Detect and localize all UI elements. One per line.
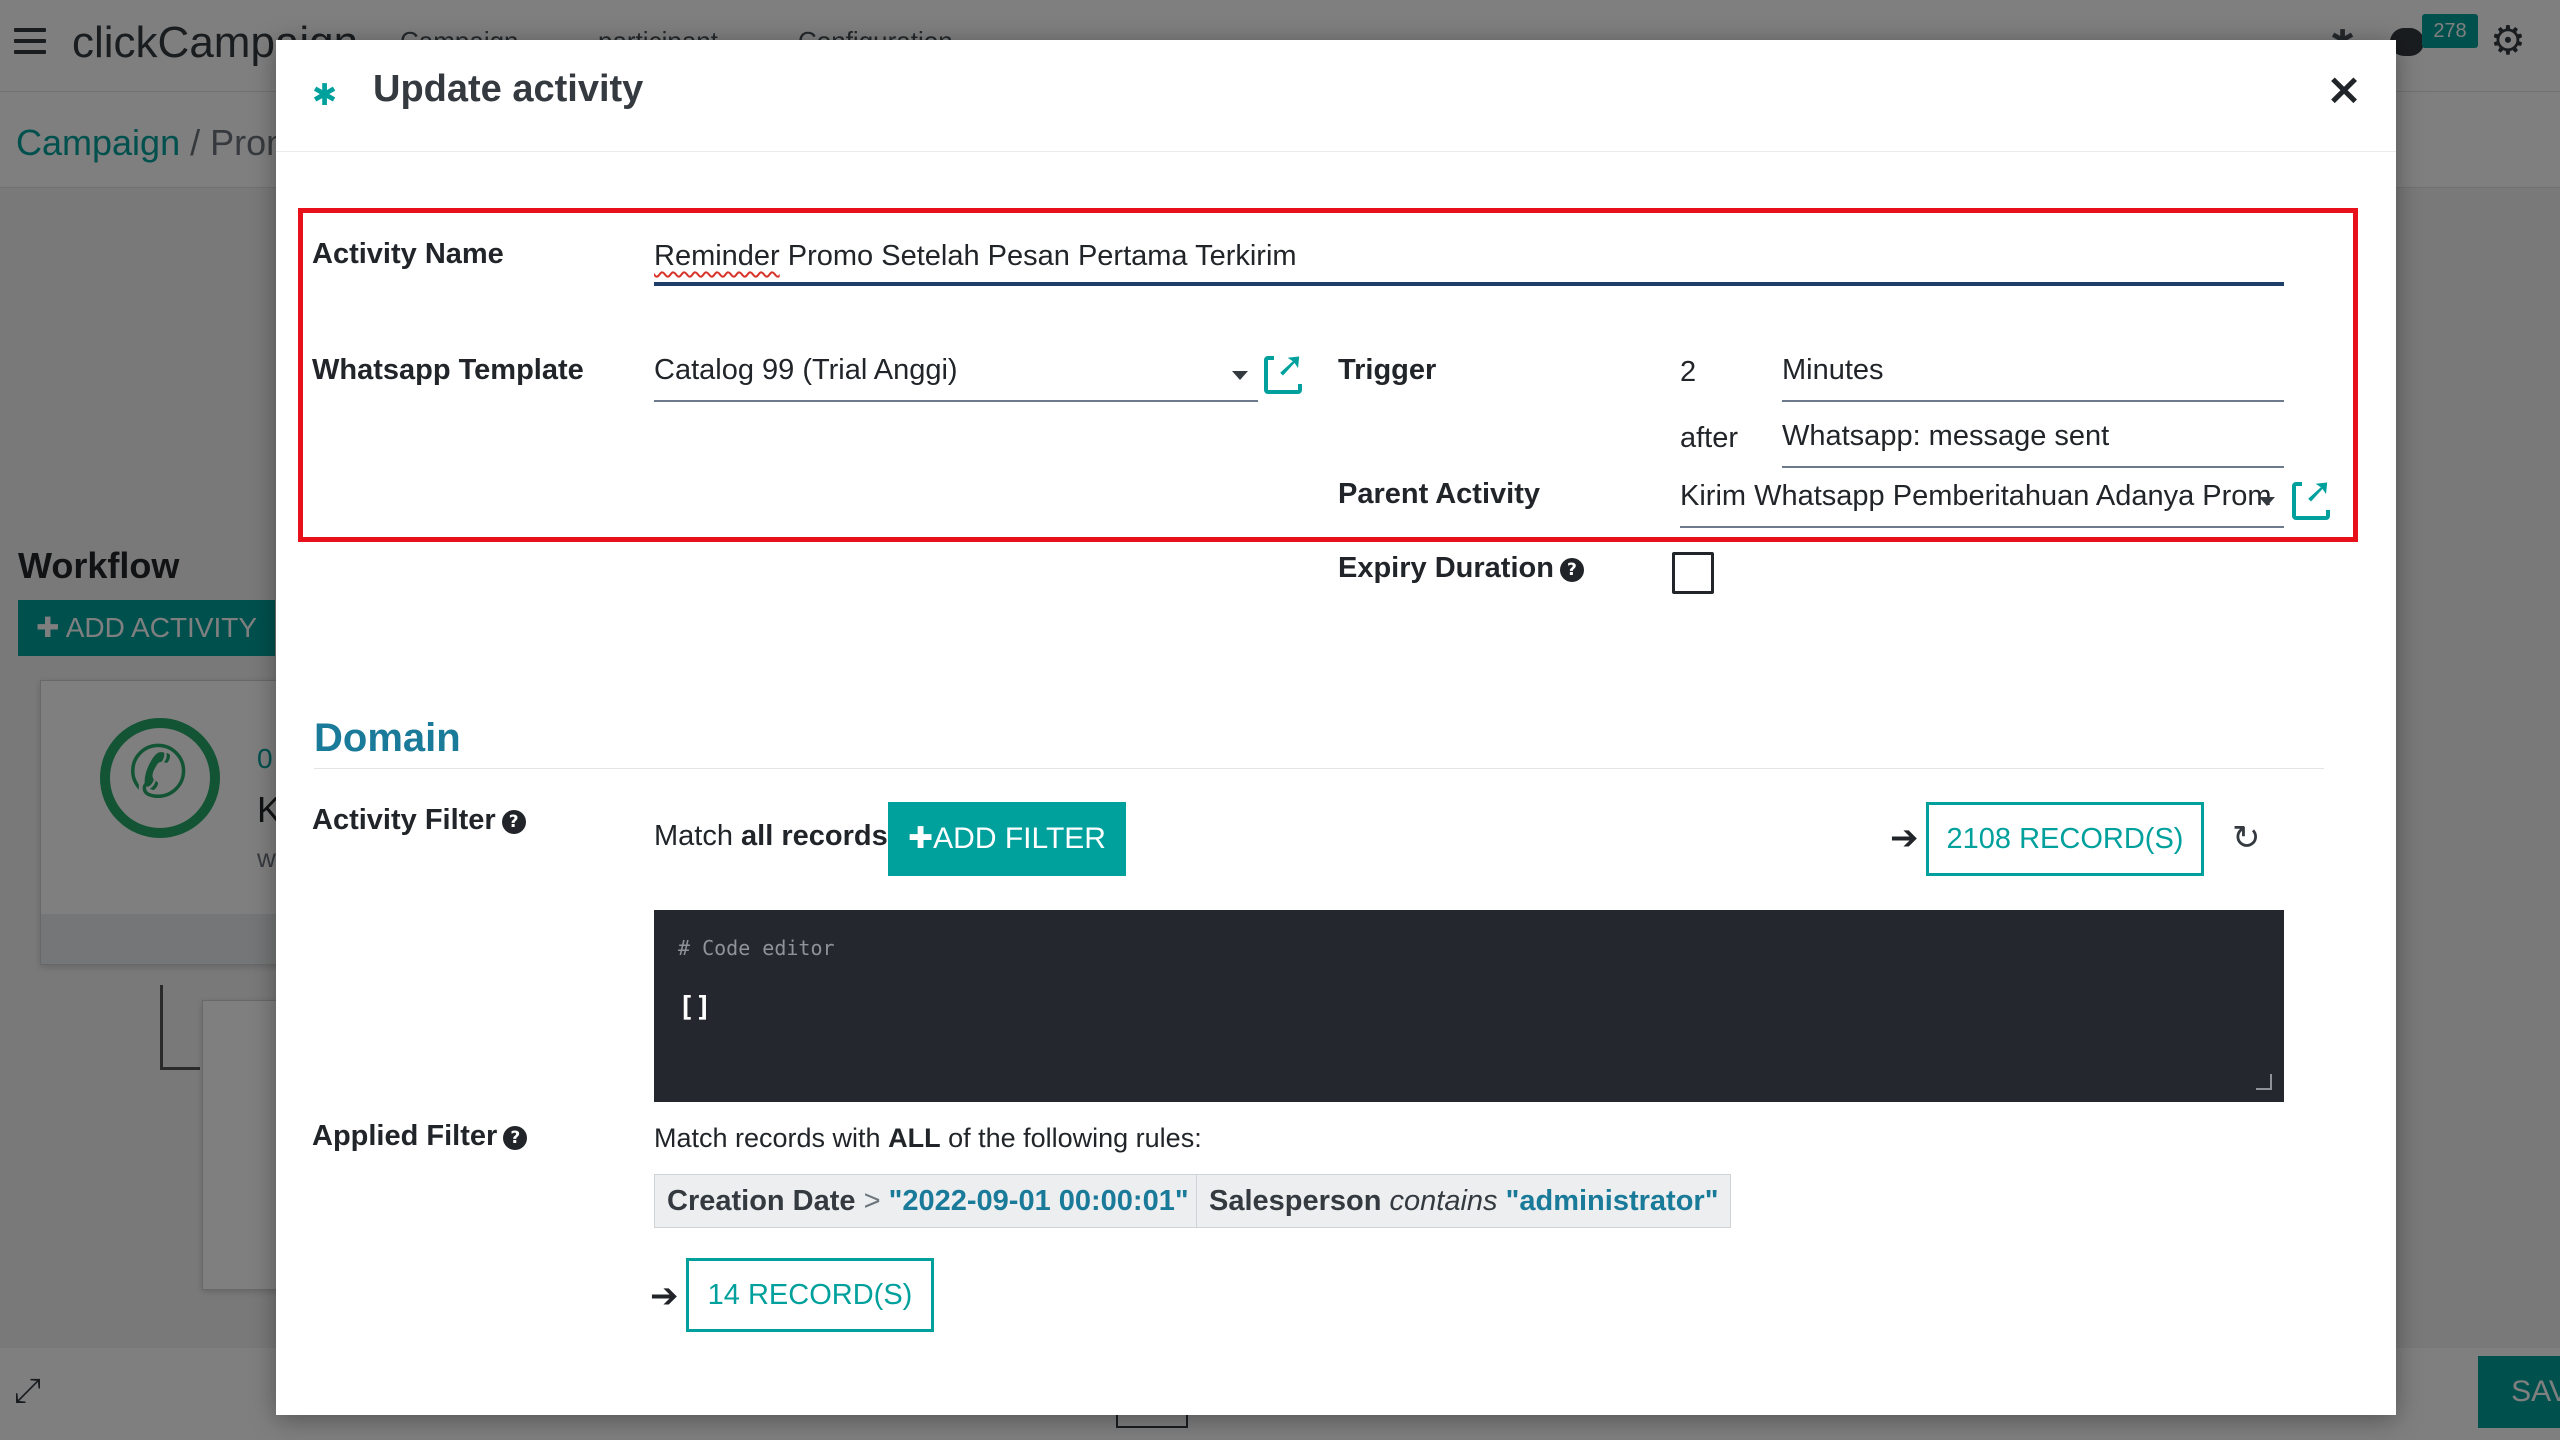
rules-description: Match records with ALL of the following …	[654, 1123, 1202, 1153]
help-icon[interactable]: ?	[501, 810, 526, 834]
activity-name-label: Activity Name	[312, 238, 504, 270]
update-activity-dialog: ✱ Update activity × Activity Name Remind…	[276, 40, 2396, 1415]
applied-records-button[interactable]: 14 RECORD(S)	[686, 1258, 934, 1332]
chevron-down-icon[interactable]	[1232, 371, 1248, 380]
close-button[interactable]: ×	[2316, 62, 2372, 118]
filter-rule-salesperson[interactable]: Salesperson contains "administrator"	[1196, 1174, 1732, 1228]
trigger-unit-value: Minutes	[1782, 354, 1884, 386]
help-icon[interactable]: ?	[503, 1126, 528, 1150]
modal-title: Update activity	[373, 68, 644, 110]
activity-name-input[interactable]: Reminder Promo Setelah Pesan Pertama Ter…	[654, 240, 2284, 286]
arrow-right-icon: ➔	[1890, 818, 1919, 858]
refresh-icon[interactable]: ↻	[2232, 818, 2261, 858]
trigger-event-select[interactable]: Whatsapp: message sent	[1782, 420, 2284, 468]
code-editor-value: []	[678, 990, 712, 1023]
parent-activity-value: Kirim Whatsapp Pemberitahuan Adanya Prom	[1680, 480, 2272, 512]
whatsapp-template-select[interactable]: Catalog 99 (Trial Anggi)	[654, 354, 1258, 402]
modal-header: ✱ Update activity ×	[276, 40, 2396, 152]
arrow-right-icon: ➔	[650, 1276, 679, 1316]
expiry-duration-label: Expiry Duration?	[1338, 552, 1584, 585]
activity-filter-label: Activity Filter?	[312, 804, 526, 837]
trigger-after-text: after	[1680, 422, 1739, 454]
resize-handle[interactable]	[2256, 1074, 2272, 1090]
filter-rule-creation-date[interactable]: Creation Date > "2022-09-01 00:00:01"	[654, 1174, 1202, 1228]
activity-name-rest: Promo Setelah Pesan Pertama Terkirim	[779, 240, 1297, 272]
activity-name-misspelled-word: Reminder	[654, 240, 780, 272]
whatsapp-template-value: Catalog 99 (Trial Anggi)	[654, 354, 958, 386]
external-link-icon[interactable]	[1264, 346, 1307, 394]
parent-activity-select[interactable]: Kirim Whatsapp Pemberitahuan Adanya Prom	[1680, 480, 2284, 528]
records-count-button[interactable]: 2108 RECORD(S)	[1926, 802, 2204, 876]
code-editor-comment: # Code editor	[678, 936, 835, 960]
add-filter-button[interactable]: ✚ADD FILTER	[888, 802, 1126, 876]
trigger-number-field[interactable]: 2	[1680, 356, 1696, 389]
whatsapp-template-label: Whatsapp Template	[312, 354, 584, 386]
trigger-event-value: Whatsapp: message sent	[1782, 420, 2110, 452]
trigger-label: Trigger	[1338, 354, 1437, 386]
trigger-unit-select[interactable]: Minutes	[1782, 354, 2284, 402]
chevron-down-icon[interactable]	[2259, 497, 2275, 506]
match-all-text: Match all records	[654, 820, 888, 852]
applied-filter-label: Applied Filter?	[312, 1120, 528, 1153]
section-divider	[314, 768, 2324, 769]
domain-section-title: Domain	[314, 716, 461, 760]
parent-activity-label: Parent Activity	[1338, 478, 1540, 510]
help-icon[interactable]: ?	[1559, 558, 1584, 582]
code-editor[interactable]: # Code editor []	[654, 910, 2284, 1102]
bug-icon: ✱	[312, 79, 338, 112]
external-link-icon[interactable]	[2292, 472, 2335, 520]
expiry-duration-checkbox[interactable]	[1672, 552, 1714, 594]
